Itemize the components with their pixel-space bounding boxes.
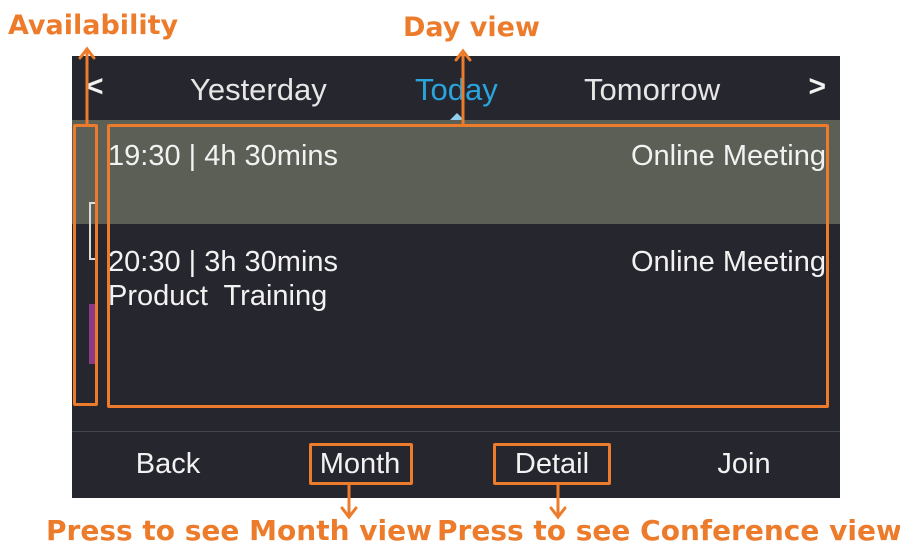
annotated-screenshot: < Yesterday Today Tomorrow > 19:30 | 4h …	[0, 0, 900, 557]
month-view-annotation: Press to see Month view	[46, 514, 432, 547]
availability-annotation: Availability	[8, 10, 179, 41]
conference-view-annotation: Press to see Conference view	[437, 514, 900, 547]
annotation-arrows	[78, 46, 567, 520]
day-view-annotation: Day view	[403, 12, 540, 43]
